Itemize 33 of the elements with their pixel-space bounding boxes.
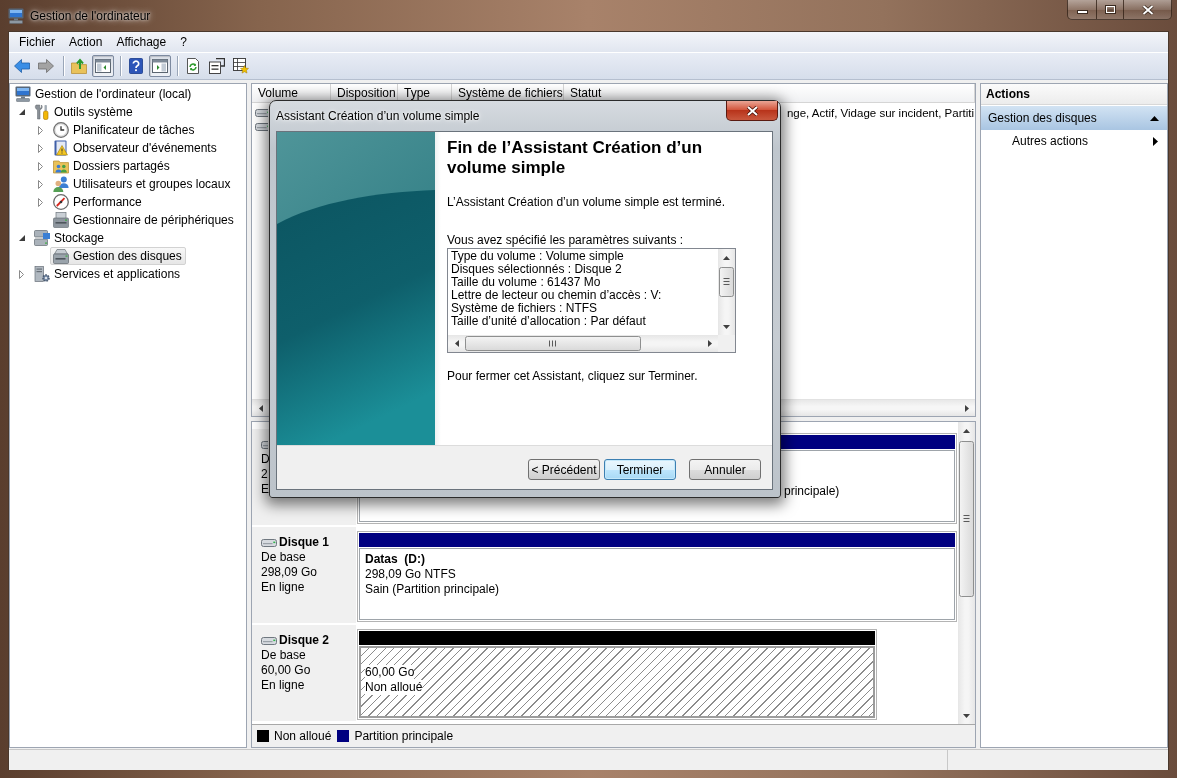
disk-info: 298,09 Go [261, 565, 318, 580]
disk-info: 2 [261, 467, 268, 482]
partition-status: principale) [784, 484, 840, 499]
summary-label: Vous avez spécifié les paramètres suivants : [447, 233, 685, 247]
table-cell: nge, Actif, Vidage sur incident, Partiti [786, 106, 975, 120]
summary-line: Taille du volume : 61437 Mo [451, 276, 601, 289]
disk-info: 60,00 Go [261, 663, 311, 678]
dialog-text: L’Assistant Création d’un volume simple est terminé. [447, 195, 727, 209]
summary-line: Lettre de lecteur ou chemin d’accès : V: [451, 289, 663, 302]
summary-line: Type du volume : Volume simple [451, 250, 625, 263]
partition-status: Sain (Partition principale) [365, 582, 500, 597]
disk-info: En ligne [261, 580, 305, 595]
legend-label: Partition principale [354, 729, 454, 743]
dialog-heading: Fin de l’Assistant Création d’un volume simple [447, 138, 704, 178]
disk-info: De base [261, 550, 306, 565]
disk-info: E [261, 482, 269, 497]
dialog-text: Pour fermer cet Assistant, cliquez sur Terminer. [447, 369, 699, 383]
partition-name: Datas (D:) [365, 552, 425, 567]
legend-label: Non alloué [274, 729, 332, 743]
summary-line: Taille d’unité d’allocation : Par défaut [451, 315, 647, 328]
partition-size: 298,09 Go NTFS [365, 567, 456, 582]
disk-name: Disque 2 [279, 633, 329, 648]
partition-size: 60,00 Go [365, 665, 415, 680]
window-title: Gestion de l'ordinateur [30, 9, 151, 23]
actions-title: Actions [981, 84, 1167, 105]
dialog-title: Assistant Création d’un volume simple [276, 109, 480, 123]
disk-info: De base [261, 648, 306, 663]
disk-info: D [261, 452, 270, 467]
disk-info: En ligne [261, 678, 305, 693]
disk-name: Disque 1 [279, 535, 329, 550]
summary-line: Disques sélectionnés : Disque 2 [451, 263, 622, 276]
partition-status: Non alloué [365, 680, 423, 695]
summary-line: Système de fichiers : NTFS [451, 302, 599, 315]
